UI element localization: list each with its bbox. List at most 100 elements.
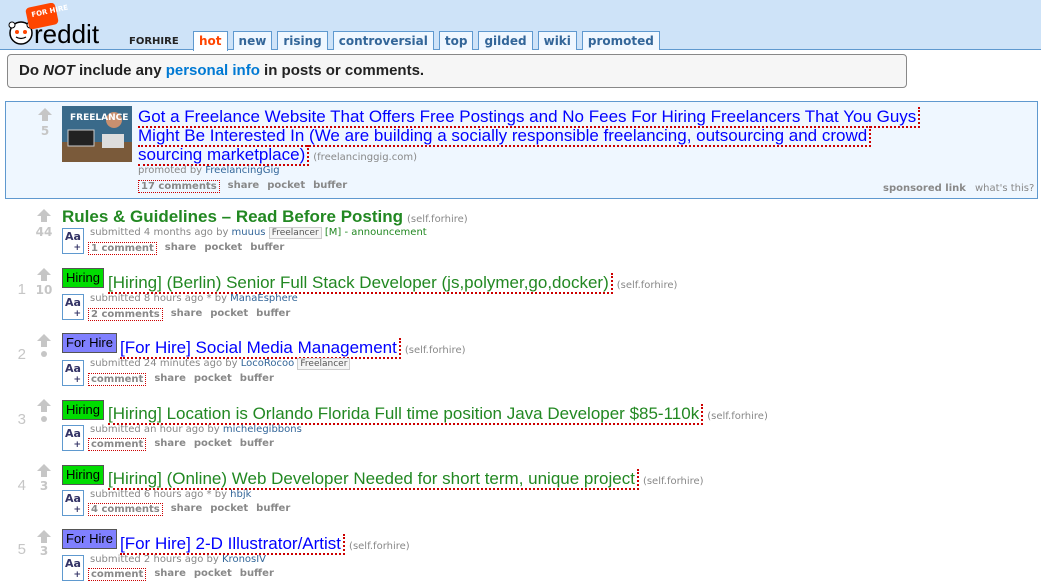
link-flair-hiring: Hiring (62, 400, 104, 420)
pocket-link[interactable]: pocket (210, 503, 248, 516)
pocket-link[interactable]: pocket (267, 180, 305, 193)
upvote-arrow-icon[interactable] (37, 268, 51, 281)
buffer-link[interactable]: buffer (256, 503, 290, 516)
share-link[interactable]: share (171, 308, 203, 321)
post-author[interactable]: ManaEsphere (230, 293, 298, 304)
upvote-arrow-icon[interactable] (37, 209, 51, 222)
post-buttons: comment share pocket buffer (88, 568, 282, 581)
post-title[interactable]: [Hiring] (Berlin) Senior Full Stack Deve… (108, 273, 677, 295)
notice-link[interactable]: personal info (166, 62, 260, 79)
buffer-link[interactable]: buffer (240, 568, 274, 581)
post-tagline: submitted 4 months ago by muuus Freelanc… (90, 227, 427, 239)
post-title[interactable]: [Hiring] (Online) Web Developer Needed f… (108, 469, 704, 491)
self-icon-text: Aa (65, 362, 81, 375)
self-post-icon[interactable]: Aa + (62, 555, 84, 581)
pocket-link[interactable]: pocket (194, 373, 232, 386)
post-domain[interactable]: (self.forhire) (407, 214, 468, 225)
post-author[interactable]: LocoRocoo (241, 358, 294, 369)
notice-text-2: include any (74, 62, 166, 79)
pocket-link[interactable]: pocket (204, 242, 242, 255)
comments-link[interactable]: comment (88, 568, 147, 581)
self-post-icon[interactable]: Aa + (62, 490, 84, 516)
rules-notice: Do NOT include any personal info in post… (7, 54, 907, 88)
promoted-title[interactable]: Got a Freelance Website That Offers Free… (138, 107, 921, 167)
moderator-tag[interactable]: [M] (325, 227, 341, 238)
tab-hot[interactable]: hot (193, 31, 228, 51)
post-author[interactable]: KronosIV (222, 554, 266, 565)
tab-rising[interactable]: rising (277, 31, 328, 50)
post-author[interactable]: michelegibbons (223, 424, 302, 435)
comments-link[interactable]: 4 comments (88, 503, 163, 516)
post-tagline: submitted 24 minutes ago by LocoRocoo Fr… (90, 358, 351, 370)
post-buttons: 1 comment share pocket buffer (88, 242, 292, 255)
self-post-icon[interactable]: Aa + (62, 360, 84, 386)
post-domain[interactable]: (self.forhire) (349, 541, 410, 552)
self-post-icon[interactable]: Aa + (62, 294, 84, 320)
share-link[interactable]: share (154, 438, 186, 451)
submitted-text: submitted 24 minutes ago by (90, 358, 241, 369)
upvote-arrow-icon[interactable] (37, 399, 51, 412)
thumbnail-text: FREELANCE (70, 113, 128, 123)
user-flair: Freelancer (268, 227, 322, 239)
link-flair-hiring: Hiring (62, 268, 104, 288)
submitted-text: submitted 8 hours ago * by (90, 293, 231, 304)
comments-link[interactable]: 2 comments (88, 308, 163, 321)
upvote-arrow-icon[interactable] (37, 530, 51, 543)
share-link[interactable]: share (154, 373, 186, 386)
post-title-text: Rules & Guidelines – Read Before Posting (62, 207, 404, 226)
tab-controversial[interactable]: controversial (332, 31, 434, 50)
tab-top[interactable]: top (438, 31, 474, 50)
buffer-link[interactable]: buffer (313, 180, 347, 193)
comments-link[interactable]: 17 comments (138, 180, 220, 193)
score-dot (41, 416, 47, 422)
tab-wiki[interactable]: wiki (537, 31, 577, 50)
buffer-link[interactable]: buffer (256, 308, 290, 321)
post-title[interactable]: [For Hire] 2-D Illustrator/Artist (self.f… (120, 534, 410, 556)
upvote-arrow-icon[interactable] (37, 464, 51, 477)
post-title[interactable]: [For Hire] Social Media Management (self.… (120, 338, 466, 360)
post-domain[interactable]: (self.forhire) (707, 411, 768, 422)
pocket-link[interactable]: pocket (194, 568, 232, 581)
comments-link[interactable]: comment (88, 438, 147, 451)
title-line-2: Might Be Interested In (We are building … (138, 126, 872, 147)
post-author[interactable]: muuus (232, 227, 266, 238)
post-domain[interactable]: (self.forhire) (643, 476, 704, 487)
share-link[interactable]: share (165, 242, 197, 255)
buffer-link[interactable]: buffer (250, 242, 284, 255)
post-domain[interactable]: (freelancinggig.com) (313, 152, 417, 163)
notice-emphasis: NOT (43, 62, 75, 79)
share-link[interactable]: share (154, 568, 186, 581)
post-author[interactable]: FreelancingGig (205, 165, 279, 176)
comments-link[interactable]: comment (88, 373, 147, 386)
upvote-arrow-icon[interactable] (37, 334, 51, 347)
buffer-link[interactable]: buffer (240, 373, 274, 386)
post-buttons: 4 comments share pocket buffer (88, 503, 298, 516)
post-title[interactable]: Rules & Guidelines – Read Before Posting… (62, 207, 468, 229)
post-author[interactable]: hbjk (230, 489, 251, 500)
buffer-link[interactable]: buffer (240, 438, 274, 451)
upvote-arrow-icon[interactable] (38, 108, 52, 121)
whats-this-link[interactable]: what's this? (975, 183, 1034, 194)
share-link[interactable]: share (228, 180, 260, 193)
tab-gilded[interactable]: gilded (478, 31, 533, 50)
self-icon-text: Aa (65, 492, 81, 505)
reddit-logo[interactable]: FOR HIRE reddit (3, 3, 115, 47)
self-post-icon[interactable]: Aa + (62, 425, 84, 451)
promoted-post: 5 FREELANCE Got a Freelance Website That… (5, 101, 1038, 199)
tab-new[interactable]: new (232, 31, 273, 50)
share-link[interactable]: share (171, 503, 203, 516)
post-title[interactable]: [Hiring] Location is Orlando Florida Ful… (108, 404, 768, 426)
pocket-link[interactable]: pocket (210, 308, 248, 321)
post-buttons: 2 comments share pocket buffer (88, 308, 298, 321)
logo-wordmark: reddit (34, 19, 100, 47)
tab-promoted[interactable]: promoted (581, 31, 660, 50)
subreddit-name[interactable]: FORHIRE (129, 36, 179, 47)
comments-link[interactable]: 1 comment (88, 242, 157, 255)
self-post-icon[interactable]: Aa + (62, 228, 84, 254)
post-domain[interactable]: (self.forhire) (617, 280, 678, 291)
post-buttons: comment share pocket buffer (88, 438, 282, 451)
pocket-link[interactable]: pocket (194, 438, 232, 451)
post-thumbnail[interactable]: FREELANCE (62, 106, 132, 162)
post-domain[interactable]: (self.forhire) (405, 345, 466, 356)
submitted-text: submitted 6 hours ago * by (90, 489, 231, 500)
